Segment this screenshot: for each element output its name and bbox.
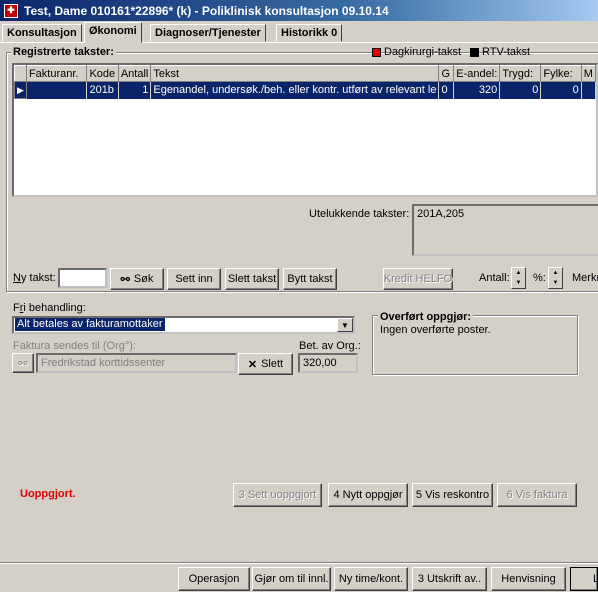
column-header[interactable]: Fakturanr. (25, 65, 88, 82)
utelukkende-value: 201A,205 (417, 208, 465, 220)
bet-av-org-label: Bet. av Org.: (299, 340, 361, 352)
cell-g[interactable]: 0 (438, 81, 455, 99)
fri-behandling-value: Alt betales av fakturamottaker (15, 318, 165, 331)
slett-faktura-button[interactable]: ✕ Slett (238, 353, 293, 375)
ny-time-button[interactable]: Ny time/kont. (334, 567, 408, 591)
cell-tekst[interactable]: Egenandel, undersøk./beh. eller kontr. u… (150, 81, 440, 99)
column-header[interactable]: Kode (86, 65, 119, 82)
column-header[interactable]: G (438, 65, 455, 82)
sett-uoppgjort-button[interactable]: 3 Sett uoppgjort (233, 483, 322, 507)
vis-reskontro-button[interactable]: 5 Vis reskontro (412, 483, 493, 507)
slett-label: Slett (261, 358, 284, 370)
binoculars-icon: ⚯ (120, 273, 130, 286)
antall-label: Antall: (479, 272, 510, 284)
bottom-divider-highlight (0, 563, 598, 564)
nytt-oppgjor-button[interactable]: 4 Nytt oppgjør (328, 483, 408, 507)
utelukkende-label: Utelukkende takster: (309, 208, 410, 220)
rtv-legend-swatch (470, 48, 479, 57)
column-header[interactable]: M (580, 65, 596, 82)
prosent-spinner[interactable]: ▲ ▼ (548, 267, 563, 289)
dagkirurgi-legend-swatch (372, 48, 381, 57)
utelukkende-field: 201A,205 (412, 204, 598, 256)
utskrift-button[interactable]: 3 Utskrift av.. (412, 567, 487, 591)
table-header-row: Fakturanr. Kode Antall Tekst G E-andel: … (14, 65, 596, 82)
vis-faktura-button[interactable]: 6 Vis faktura (497, 483, 577, 507)
header-indicator (14, 65, 27, 82)
tab-bar: Konsultasjon Økonomi Diagnoser/Tjenester… (0, 22, 598, 43)
window-title: Test, Dame 010161*22896* (k) - Poliklini… (24, 3, 389, 18)
close-icon: ✕ (247, 358, 258, 371)
column-header[interactable]: Trygd: (499, 65, 542, 82)
slett-takst-button[interactable]: Slett takst (225, 268, 279, 290)
bytt-takst-button[interactable]: Bytt takst (283, 268, 337, 290)
cell-fylke[interactable]: 0 (540, 81, 582, 99)
gjor-om-til-innl-button[interactable]: Gjør om til innl. (252, 567, 331, 591)
prosent-label: %: (533, 272, 546, 284)
cell-kode[interactable]: 201b (86, 81, 119, 99)
chevron-down-icon[interactable]: ▼ (337, 318, 353, 332)
column-header[interactable]: E-andel: (453, 65, 501, 82)
cell-fakturanr[interactable] (26, 81, 88, 99)
fri-behandling-select[interactable]: Alt betales av fakturamottaker ▼ (12, 316, 355, 334)
column-header[interactable]: Fylke: (540, 65, 582, 82)
faktura-search-button[interactable]: ⚯ (12, 353, 34, 373)
binoculars-icon: ⚯ (18, 357, 28, 370)
antall-spinner[interactable]: ▲ ▼ (511, 267, 526, 289)
cell-trygd[interactable]: 0 (499, 81, 542, 99)
rtv-legend-label: RTV-takst (482, 46, 531, 58)
faktura-label: Faktura sendes til (Org°): (13, 340, 136, 352)
cell-eandel[interactable]: 320 (453, 81, 501, 99)
sett-inn-button[interactable]: Sett inn (167, 268, 221, 290)
takst-table: Fakturanr. Kode Antall Tekst G E-andel: … (14, 65, 596, 99)
cell-m[interactable] (581, 81, 596, 99)
tab-historikk[interactable]: Historikk 0 (276, 24, 343, 42)
app-icon: ✚ (4, 3, 18, 18)
kredit-helfo-button[interactable]: Kredit HELFO (383, 268, 453, 290)
tab-diagnoser[interactable]: Diagnoser/Tjenester (150, 24, 266, 42)
registrerte-takster-title: Registrerte takster: (11, 46, 116, 58)
operasjon-button[interactable]: Operasjon (178, 567, 250, 591)
column-header[interactable]: Antall (117, 65, 152, 82)
l-button[interactable]: L (570, 567, 598, 591)
faktura-field: Fredrikstad korttidssenter (36, 353, 237, 373)
henvisning-button[interactable]: Henvisning (491, 567, 566, 591)
table-row[interactable]: ▶ 201b 1 Egenandel, undersøk./beh. eller… (14, 81, 596, 99)
dagkirurgi-legend-label: Dagkirurgi-takst (384, 46, 462, 58)
ny-takst-input[interactable] (58, 268, 107, 288)
takst-grid[interactable]: Fakturanr. Kode Antall Tekst G E-andel: … (12, 63, 598, 197)
sok-button[interactable]: ⚯ Søk (110, 268, 164, 290)
sok-label: Søk (133, 273, 154, 285)
cell-antall[interactable]: 1 (118, 81, 152, 99)
tab-okonomi[interactable]: Økonomi (84, 22, 142, 43)
merknad-label: Merkn (572, 272, 598, 284)
overfort-oppgjor-text: Ingen overførte poster. (380, 324, 491, 336)
fri-behandling-label: Fri behandling: (13, 302, 86, 314)
row-pointer-icon: ▶ (14, 81, 27, 99)
tab-konsultasjon[interactable]: Konsultasjon (2, 24, 82, 42)
overfort-oppgjor-title: Overført oppgjør: (378, 311, 474, 323)
status-text: Uoppgjort. (20, 488, 76, 500)
title-bar: ✚ Test, Dame 010161*22896* (k) - Polikli… (0, 0, 598, 21)
column-header[interactable]: Tekst (150, 65, 440, 82)
bet-av-org-field: 320,00 (298, 353, 358, 373)
ny-takst-label: Ny takst: (13, 272, 56, 284)
